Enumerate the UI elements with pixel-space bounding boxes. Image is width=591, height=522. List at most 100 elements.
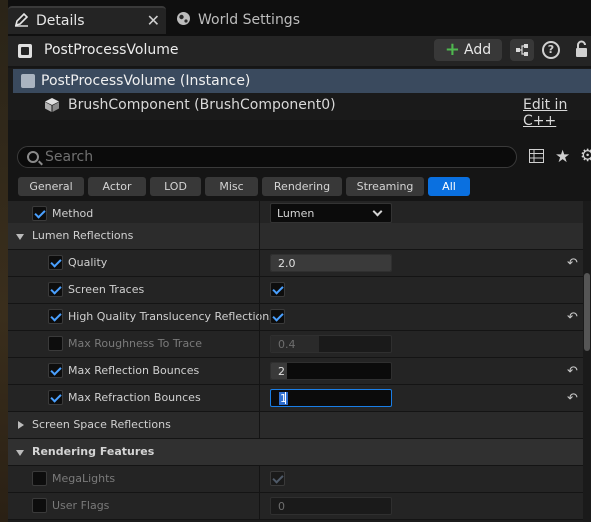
tree-item-instance[interactable]: PostProcessVolume (Instance) xyxy=(13,69,591,93)
tab-world-settings-label: World Settings xyxy=(198,12,300,28)
globe-icon xyxy=(176,11,191,29)
tree-item-instance-label: PostProcessVolume (Instance) xyxy=(41,73,251,89)
hierarchy-button[interactable] xyxy=(510,39,534,61)
screen-traces-label: Screen Traces xyxy=(68,283,145,296)
hq-translucency-override-checkbox[interactable] xyxy=(48,309,63,324)
property-row-max-reflection-bounces: Max Reflection Bounces 2 ↶ xyxy=(8,358,583,385)
component-tree: PostProcessVolume (Instance) BrushCompon… xyxy=(8,68,591,129)
expand-arrow-icon xyxy=(16,450,24,456)
max-reflection-bounces-input[interactable]: 2 xyxy=(270,362,392,380)
property-grid: Method Lumen Lumen Reflections Quality 2… xyxy=(8,201,583,522)
section-lumen-reflections-label: Lumen Reflections xyxy=(32,229,134,242)
edit-in-cpp-link[interactable]: Edit in C++ xyxy=(523,97,591,129)
actor-instance-icon xyxy=(21,74,35,88)
filter-all[interactable]: All xyxy=(428,177,470,196)
max-roughness-label: Max Roughness To Trace xyxy=(68,337,202,350)
filter-general[interactable]: General xyxy=(18,177,84,196)
section-screen-space-reflections-label: Screen Space Reflections xyxy=(32,418,171,431)
hierarchy-icon xyxy=(516,44,528,56)
property-row-max-refraction-bounces: Max Refraction Bounces 1 ↶ xyxy=(8,385,583,412)
filter-misc[interactable]: Misc xyxy=(205,177,258,196)
property-row-quality: Quality 2.0 ↶ xyxy=(8,250,583,277)
quality-override-checkbox[interactable] xyxy=(48,255,63,270)
method-dropdown[interactable]: Lumen xyxy=(270,203,392,223)
scrollbar[interactable] xyxy=(583,201,591,522)
reset-to-default-icon[interactable]: ↶ xyxy=(567,310,578,325)
column-divider[interactable] xyxy=(259,385,260,412)
max-refraction-bounces-label: Max Refraction Bounces xyxy=(68,391,201,404)
tab-bar: Details ✕ World Settings xyxy=(8,0,591,36)
column-divider[interactable] xyxy=(259,277,260,304)
megalights-label: MegaLights xyxy=(52,472,116,485)
megalights-override-checkbox[interactable] xyxy=(32,471,47,486)
screen-traces-checkbox[interactable] xyxy=(270,282,285,297)
property-row-hq-translucency: High Quality Translucency Reflections ↶ xyxy=(8,304,583,331)
actor-icon xyxy=(18,44,32,58)
max-reflection-bounces-value: 2 xyxy=(278,365,285,378)
tab-details[interactable]: Details ✕ xyxy=(8,6,166,34)
column-divider[interactable] xyxy=(259,412,260,439)
filter-rendering[interactable]: Rendering xyxy=(262,177,342,196)
hq-translucency-checkbox[interactable] xyxy=(270,309,285,324)
tree-item-brush-component-label: BrushComponent (BrushComponent0) xyxy=(68,97,336,113)
column-divider[interactable] xyxy=(259,250,260,277)
add-component-button[interactable]: + Add xyxy=(434,39,502,61)
max-refraction-bounces-input[interactable]: 1 xyxy=(270,389,392,407)
text-caret xyxy=(285,392,286,404)
column-divider[interactable] xyxy=(259,493,260,520)
column-divider[interactable] xyxy=(259,331,260,358)
user-flags-value: 0 xyxy=(278,500,285,513)
filter-lod[interactable]: LOD xyxy=(150,177,201,196)
filter-actor[interactable]: Actor xyxy=(88,177,146,196)
search-input[interactable]: Search xyxy=(17,146,517,168)
section-rendering-features[interactable]: Rendering Features xyxy=(8,439,583,466)
cube-icon xyxy=(44,97,60,116)
column-divider[interactable] xyxy=(259,358,260,385)
max-roughness-override-checkbox[interactable] xyxy=(48,336,63,351)
scrollbar-thumb[interactable] xyxy=(584,273,590,351)
reset-to-default-icon[interactable]: ↶ xyxy=(567,256,578,271)
max-roughness-value: 0.4 xyxy=(278,338,296,351)
column-divider[interactable] xyxy=(259,223,260,250)
property-matrix-icon[interactable] xyxy=(529,149,544,167)
object-name: PostProcessVolume xyxy=(44,42,179,58)
property-row-max-roughness: Max Roughness To Trace 0.4 xyxy=(8,331,583,358)
window-edge xyxy=(0,0,8,522)
lock-icon[interactable] xyxy=(574,40,590,61)
max-refraction-bounces-value: 1 xyxy=(279,392,288,405)
column-divider[interactable] xyxy=(259,304,260,331)
section-rendering-features-label: Rendering Features xyxy=(32,445,155,458)
details-header: PostProcessVolume + Add ? xyxy=(8,36,591,66)
column-divider[interactable] xyxy=(259,466,260,493)
user-flags-override-checkbox[interactable] xyxy=(32,498,47,513)
max-reflection-bounces-label: Max Reflection Bounces xyxy=(68,364,200,377)
reset-to-default-icon[interactable]: ↶ xyxy=(567,364,578,379)
max-reflection-bounces-override-checkbox[interactable] xyxy=(48,363,63,378)
quality-value: 2.0 xyxy=(278,257,296,270)
max-refraction-bounces-override-checkbox[interactable] xyxy=(48,390,63,405)
filter-tabs: General Actor LOD Misc Rendering Streami… xyxy=(8,175,591,199)
hq-translucency-label: High Quality Translucency Reflections xyxy=(68,310,275,323)
quality-input[interactable]: 2.0 xyxy=(270,254,392,272)
property-row-user-flags: User Flags 0 xyxy=(8,493,583,520)
property-row-screen-traces: Screen Traces xyxy=(8,277,583,304)
expand-arrow-icon xyxy=(16,234,24,240)
plus-icon: + xyxy=(444,39,460,60)
reset-to-default-icon[interactable]: ↶ xyxy=(567,391,578,406)
user-flags-input: 0 xyxy=(270,497,392,515)
megalights-checkbox xyxy=(270,471,285,486)
section-lumen-reflections[interactable]: Lumen Reflections xyxy=(8,223,583,250)
help-icon[interactable]: ? xyxy=(542,41,560,59)
tab-world-settings[interactable]: World Settings xyxy=(170,6,320,34)
screen-traces-override-checkbox[interactable] xyxy=(48,282,63,297)
collapse-arrow-icon xyxy=(18,421,24,429)
quality-label: Quality xyxy=(68,256,108,269)
star-icon[interactable]: ★ xyxy=(555,147,570,167)
method-value: Lumen xyxy=(277,207,315,220)
method-override-checkbox[interactable] xyxy=(32,206,47,221)
filter-streaming[interactable]: Streaming xyxy=(346,177,424,196)
gear-icon[interactable]: ⚙ xyxy=(580,146,591,166)
section-screen-space-reflections[interactable]: Screen Space Reflections xyxy=(8,412,583,439)
close-icon[interactable]: ✕ xyxy=(147,11,160,30)
search-placeholder: Search xyxy=(45,149,94,165)
